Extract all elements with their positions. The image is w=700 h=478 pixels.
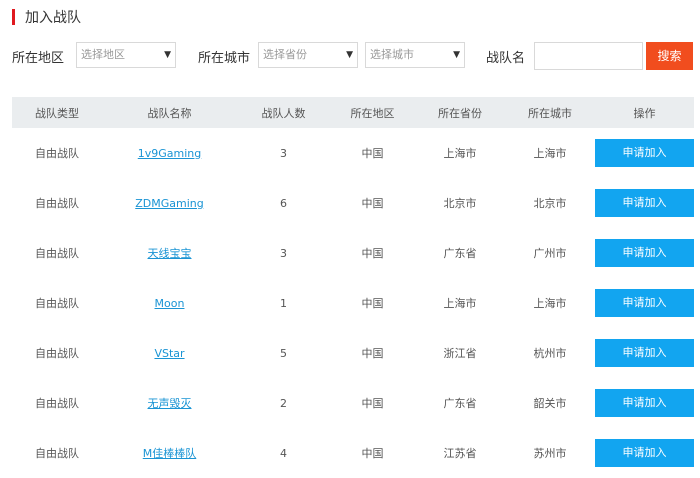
team-city: 杭州市 — [533, 347, 567, 360]
team-name-cell: Moon — [102, 297, 237, 310]
filter-bar: 所在地区 选择地区 ▼ 所在城市 选择省份 ▼ 选择城市 ▼ 战队名 搜索 — [12, 42, 694, 70]
action-cell: 申请加入 — [595, 289, 694, 317]
team-name-link[interactable]: 天线宝宝 — [148, 247, 192, 260]
team-type: 自由战队 — [35, 447, 79, 460]
team-city: 上海市 — [533, 297, 567, 310]
column-header-province: 所在省份 — [438, 106, 482, 120]
table-row: 自由战队 Moon 1 中国 上海市 上海市 申请加入 — [12, 278, 694, 328]
table-row: 自由战队 天线宝宝 3 中国 广东省 广州市 申请加入 — [12, 228, 694, 278]
team-province: 江苏省 — [443, 447, 477, 460]
apply-join-button[interactable]: 申请加入 — [595, 189, 694, 217]
team-name-label: 战队名 — [486, 51, 526, 66]
team-name-link[interactable]: VStar — [154, 347, 184, 360]
team-name-cell: ZDMGaming — [102, 197, 237, 210]
team-name-cell: VStar — [102, 347, 237, 360]
team-city: 苏州市 — [533, 447, 567, 460]
team-type: 自由战队 — [35, 197, 79, 210]
action-cell: 申请加入 — [595, 389, 694, 417]
action-cell: 申请加入 — [595, 339, 694, 367]
team-city: 北京市 — [533, 197, 567, 210]
action-cell: 申请加入 — [595, 239, 694, 267]
apply-join-button[interactable]: 申请加入 — [595, 439, 694, 467]
team-name-cell: 天线宝宝 — [102, 245, 237, 261]
apply-join-button[interactable]: 申请加入 — [595, 339, 694, 367]
apply-join-button[interactable]: 申请加入 — [595, 289, 694, 317]
team-province: 北京市 — [443, 197, 477, 210]
search-button[interactable]: 搜索 — [646, 42, 693, 70]
column-header-action: 操作 — [633, 106, 656, 120]
city-select-value: 选择城市 — [370, 48, 414, 61]
team-name-link[interactable]: Moon — [155, 297, 185, 310]
team-province: 上海市 — [443, 147, 477, 160]
chevron-down-icon: ▼ — [164, 50, 171, 60]
chevron-down-icon: ▼ — [346, 50, 353, 60]
table-row: 自由战队 VStar 5 中国 浙江省 杭州市 申请加入 — [12, 328, 694, 378]
team-province: 上海市 — [443, 297, 477, 310]
team-type: 自由战队 — [35, 297, 79, 310]
team-count: 6 — [280, 196, 287, 210]
action-cell: 申请加入 — [595, 439, 694, 467]
team-type: 自由战队 — [35, 147, 79, 160]
team-count: 2 — [280, 396, 287, 410]
table-row: 自由战队 1v9Gaming 3 中国 上海市 上海市 申请加入 — [12, 128, 694, 178]
region-select-value: 选择地区 — [81, 48, 125, 61]
city-select[interactable]: 选择城市 ▼ — [365, 42, 465, 68]
apply-join-button[interactable]: 申请加入 — [595, 389, 694, 417]
column-header-count: 战队人数 — [261, 106, 306, 120]
team-name-cell: 无声毁灭 — [102, 395, 237, 411]
team-count: 3 — [280, 246, 287, 260]
column-header-region: 所在地区 — [350, 106, 395, 120]
join-team-page: 加入战队 所在地区 选择地区 ▼ 所在城市 选择省份 ▼ 选择城市 ▼ 战队名 … — [0, 0, 700, 478]
team-name-input[interactable] — [534, 42, 643, 70]
table-header: 战队类型 战队名称 战队人数 所在地区 所在省份 所在城市 操作 — [12, 97, 694, 128]
team-name-link[interactable]: M佳棒棒队 — [143, 447, 197, 460]
team-count: 1 — [280, 296, 287, 310]
team-region: 中国 — [361, 197, 384, 210]
team-name-cell: 1v9Gaming — [102, 147, 237, 160]
team-name-link[interactable]: 1v9Gaming — [138, 147, 202, 160]
chevron-down-icon: ▼ — [453, 50, 460, 60]
table-row: 自由战队 M佳棒棒队 4 中国 江苏省 苏州市 申请加入 — [12, 428, 694, 478]
team-type: 自由战队 — [35, 247, 79, 260]
city-label: 所在城市 — [198, 51, 251, 66]
table-row: 自由战队 ZDMGaming 6 中国 北京市 北京市 申请加入 — [12, 178, 694, 228]
team-count: 3 — [280, 146, 287, 160]
team-province: 广东省 — [443, 397, 477, 410]
page-title: 加入战队 — [25, 10, 81, 26]
page-header: 加入战队 — [12, 8, 81, 26]
team-region: 中国 — [361, 447, 384, 460]
column-header-type: 战队类型 — [35, 106, 79, 120]
team-type: 自由战队 — [35, 347, 79, 360]
column-header-city: 所在城市 — [528, 106, 572, 120]
team-region: 中国 — [361, 147, 384, 160]
team-region: 中国 — [361, 347, 384, 360]
team-name-cell: M佳棒棒队 — [102, 445, 237, 461]
team-city: 上海市 — [533, 147, 567, 160]
team-count: 5 — [280, 346, 287, 360]
team-name-link[interactable]: ZDMGaming — [135, 197, 204, 210]
title-accent-bar — [12, 9, 15, 25]
province-select[interactable]: 选择省份 ▼ — [258, 42, 358, 68]
team-city: 广州市 — [533, 247, 567, 260]
action-cell: 申请加入 — [595, 189, 694, 217]
apply-join-button[interactable]: 申请加入 — [595, 139, 694, 167]
team-province: 浙江省 — [443, 347, 477, 360]
province-select-value: 选择省份 — [263, 48, 307, 61]
column-header-name: 战队名称 — [147, 106, 192, 120]
apply-join-button[interactable]: 申请加入 — [595, 239, 694, 267]
action-cell: 申请加入 — [595, 139, 694, 167]
team-table: 战队类型 战队名称 战队人数 所在地区 所在省份 所在城市 操作 自由战队 1v… — [12, 97, 694, 478]
region-label: 所在地区 — [12, 51, 65, 66]
team-count: 4 — [280, 446, 287, 460]
team-region: 中国 — [361, 297, 384, 310]
table-row: 自由战队 无声毁灭 2 中国 广东省 韶关市 申请加入 — [12, 378, 694, 428]
team-province: 广东省 — [443, 247, 477, 260]
region-select[interactable]: 选择地区 ▼ — [76, 42, 176, 68]
team-region: 中国 — [361, 397, 384, 410]
team-city: 韶关市 — [533, 397, 567, 410]
team-name-link[interactable]: 无声毁灭 — [148, 397, 192, 410]
team-region: 中国 — [361, 247, 384, 260]
team-type: 自由战队 — [35, 397, 79, 410]
